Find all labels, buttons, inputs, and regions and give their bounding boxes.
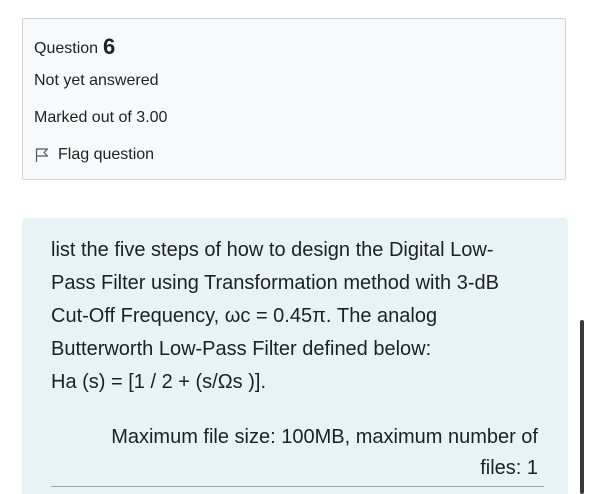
flag-icon <box>34 147 50 163</box>
question-text: list the five steps of how to design the… <box>51 234 551 399</box>
question-number: 6 <box>103 34 116 59</box>
question-state: Not yet answered <box>34 72 159 89</box>
file-limits-line: files: 1 <box>480 457 538 479</box>
flag-question-label: Flag question <box>58 146 155 163</box>
question-text-line: Ha (s) = [1 / 2 + (s/Ωs )]. <box>51 371 266 393</box>
question-info-panel: Question 6 Not yet answered Marked out of… <box>22 18 566 180</box>
quiz-page: Question 6 Not yet answered Marked out of… <box>0 0 591 494</box>
question-content: list the five steps of how to design the… <box>22 218 568 494</box>
question-text-line: Cut-Off Frequency, ωc = 0.45π. The analo… <box>51 305 438 327</box>
flag-question-link[interactable]: Flag question <box>34 146 154 164</box>
question-grade: Marked out of 3.00 <box>34 109 168 126</box>
question-text-line: Pass Filter using Transformation method … <box>51 272 499 294</box>
file-limits-text: Maximum file size: 100MB, maximum number… <box>68 422 538 484</box>
question-title: Question 6 <box>34 33 115 59</box>
question-text-line: Butterworth Low-Pass Filter defined belo… <box>51 338 432 360</box>
file-picker-area[interactable] <box>51 486 544 487</box>
file-limits-line: Maximum file size: 100MB, maximum number… <box>111 426 538 448</box>
question-text-line: list the five steps of how to design the… <box>51 239 494 261</box>
scrollbar[interactable] <box>580 320 584 494</box>
question-label: Question <box>34 40 99 57</box>
